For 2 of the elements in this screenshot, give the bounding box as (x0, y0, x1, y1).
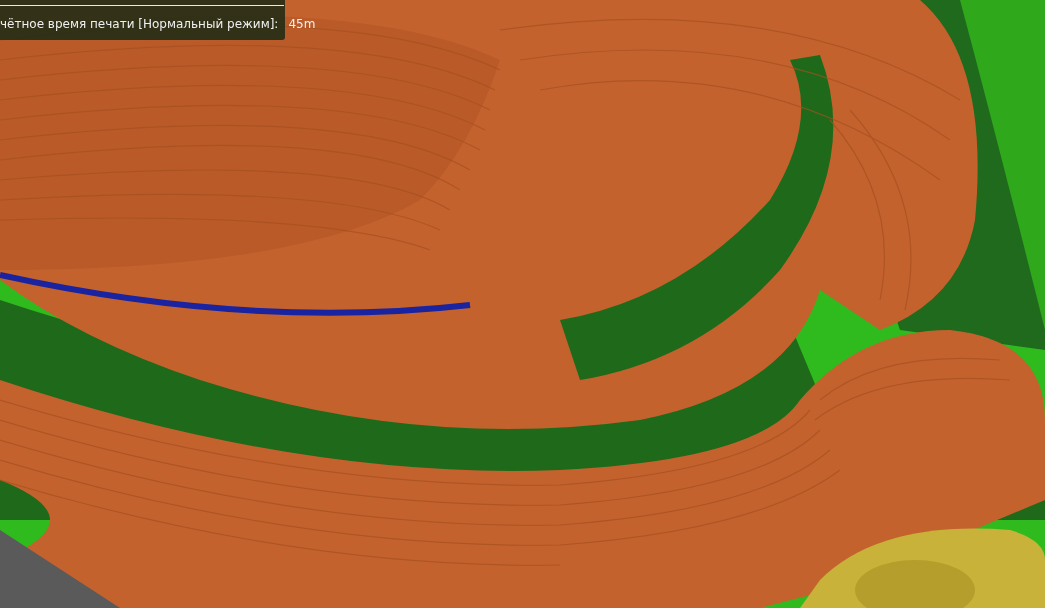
print-time-label: чётное время печати [Нормальный режим]: (0, 17, 279, 31)
print-time-value: 45m (288, 17, 316, 31)
